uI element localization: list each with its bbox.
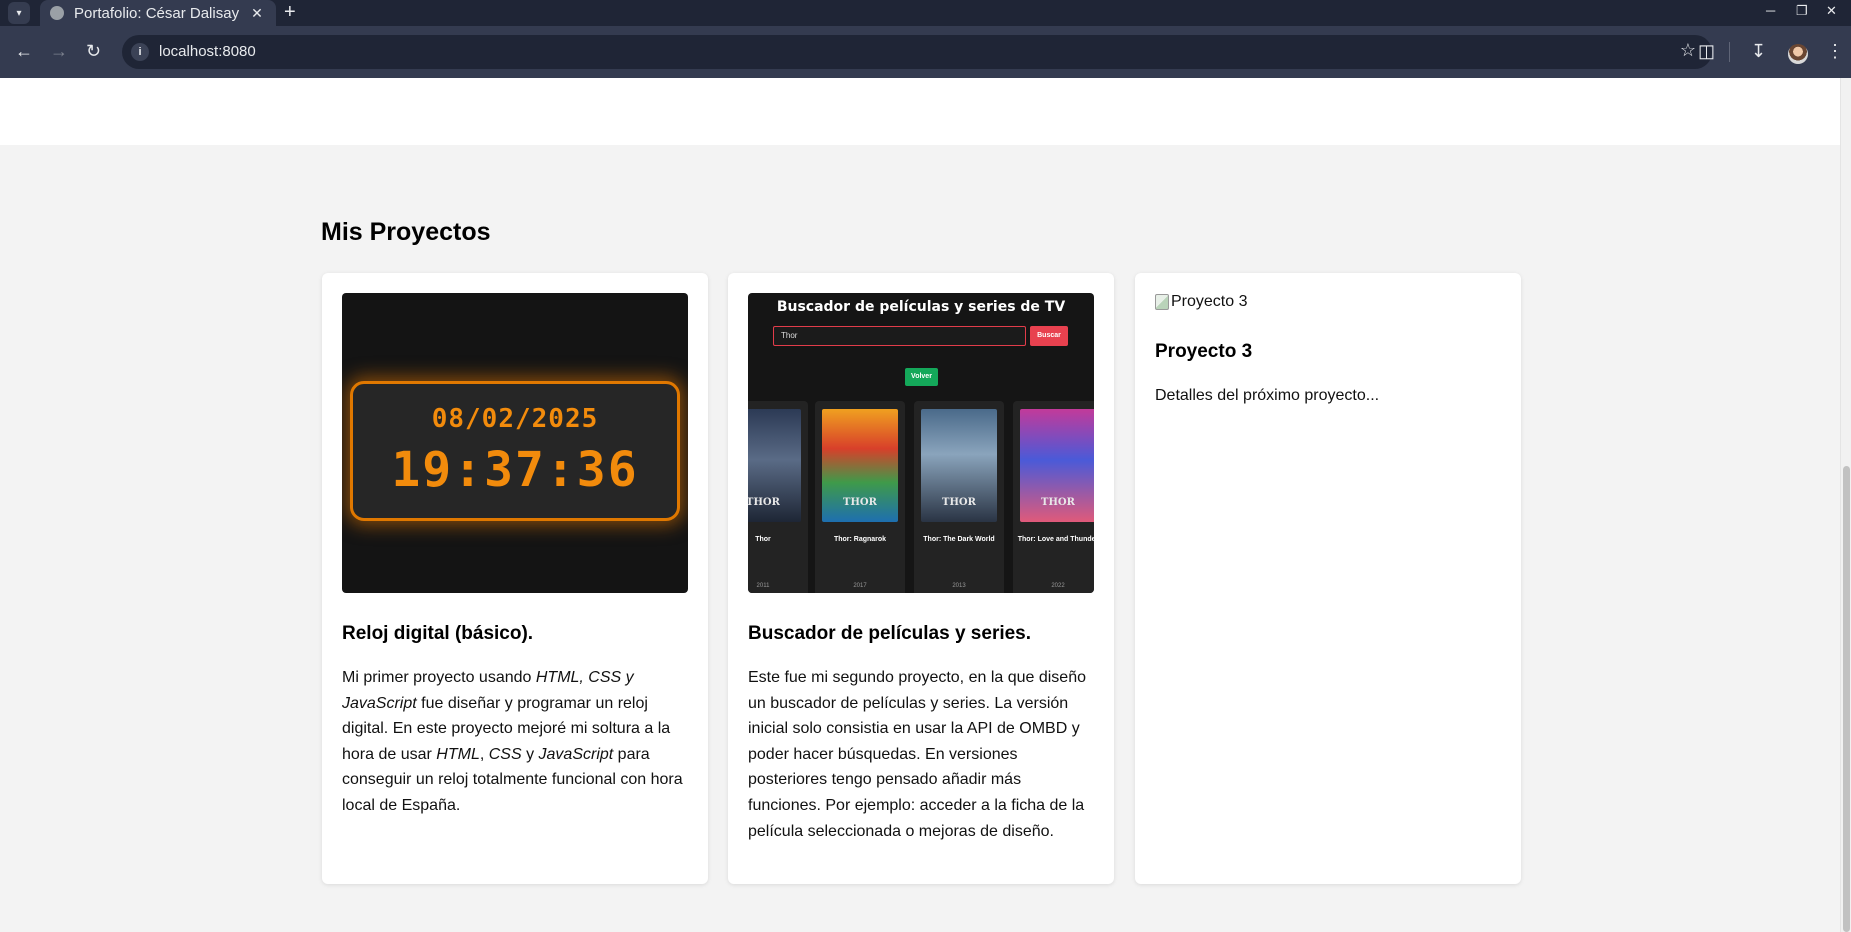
project-description: Mi primer proyecto usando HTML, CSS y Ja… bbox=[342, 669, 683, 814]
chevron-down-icon: ▾ bbox=[16, 7, 22, 19]
movie-year: 2022 bbox=[1051, 583, 1065, 589]
project-description: Este fue mi segundo proyecto, en la que … bbox=[748, 669, 1086, 840]
movie-search-input: Thor bbox=[773, 326, 1026, 346]
movie-app-title: Buscador de películas y series de TV bbox=[776, 299, 1066, 315]
tab-strip: ▾ Portafolio: César Dalisay ✕ + ─ ❐ ✕ bbox=[0, 0, 1851, 26]
movie-poster: THOR bbox=[748, 409, 801, 522]
header-area bbox=[0, 78, 1840, 145]
scrollbar-thumb[interactable] bbox=[1843, 466, 1850, 932]
page-viewport: Mis Proyectos 08/02/2025 19:37:36 Reloj … bbox=[0, 78, 1851, 932]
project-description: Detalles del próximo proyecto... bbox=[1155, 387, 1380, 404]
address-bar[interactable]: i localhost:8080 ☆ bbox=[122, 35, 1712, 69]
project-card-clock: 08/02/2025 19:37:36 Reloj digital (básic… bbox=[322, 273, 708, 884]
tab-close-icon[interactable]: ✕ bbox=[246, 5, 268, 22]
site-info-icon[interactable]: i bbox=[131, 43, 149, 61]
download-icon[interactable]: ↧ bbox=[1751, 40, 1766, 62]
clock-display: 08/02/2025 19:37:36 bbox=[350, 381, 680, 521]
tab-title: Portafolio: César Dalisay bbox=[74, 4, 240, 22]
forward-arrow-icon[interactable]: → bbox=[50, 40, 68, 62]
clock-time: 19:37:36 bbox=[391, 442, 639, 498]
close-window-icon[interactable]: ✕ bbox=[1826, 3, 1837, 19]
url-text[interactable]: localhost:8080 bbox=[159, 43, 256, 60]
movie-search-screenshot: Buscador de películas y series de TV Tho… bbox=[748, 293, 1094, 593]
extensions-icon[interactable]: ◫ bbox=[1698, 40, 1715, 62]
project-card-movie-search: Buscador de películas y series de TV Tho… bbox=[728, 273, 1114, 884]
movie-search-button: Buscar bbox=[1030, 326, 1068, 346]
movie-name: Thor: Love and Thunder bbox=[1017, 536, 1094, 543]
new-tab-button[interactable]: + bbox=[284, 1, 296, 23]
movie-year: 2011 bbox=[756, 583, 770, 589]
movie-card: THOR Thor: The Dark World 2013 bbox=[914, 401, 1004, 593]
movie-card: THOR Thor 2011 bbox=[748, 401, 808, 593]
page-scrollbar[interactable] bbox=[1840, 78, 1851, 932]
profile-avatar[interactable] bbox=[1788, 44, 1808, 64]
restore-icon[interactable]: ❐ bbox=[1796, 3, 1808, 19]
movie-year: 2013 bbox=[952, 583, 966, 589]
toolbar-divider bbox=[1729, 42, 1730, 62]
browser-toolbar: ← → ↻ i localhost:8080 ☆ ◫ ↧ ⋮ bbox=[0, 26, 1851, 78]
reload-icon[interactable]: ↻ bbox=[86, 40, 101, 62]
movie-name: Thor bbox=[755, 536, 771, 543]
movie-name: Thor: Ragnarok bbox=[833, 536, 887, 543]
broken-image-icon bbox=[1155, 294, 1169, 310]
movie-year: 2017 bbox=[853, 583, 867, 589]
project-title: Reloj digital (básico). bbox=[342, 623, 534, 644]
movie-card: THOR Thor: Ragnarok 2017 bbox=[815, 401, 905, 593]
movie-poster: THOR bbox=[1020, 409, 1094, 522]
clock-screenshot: 08/02/2025 19:37:36 bbox=[342, 293, 688, 593]
active-tab[interactable]: Portafolio: César Dalisay ✕ bbox=[40, 0, 276, 26]
bookmark-star-icon[interactable]: ☆ bbox=[1680, 40, 1696, 61]
globe-icon bbox=[50, 6, 64, 20]
movie-poster: THOR bbox=[921, 409, 997, 522]
movie-poster: THOR bbox=[822, 409, 898, 522]
movie-name: Thor: The Dark World bbox=[923, 536, 995, 543]
clock-date: 08/02/2025 bbox=[431, 404, 599, 434]
back-arrow-icon[interactable]: ← bbox=[15, 40, 33, 62]
image-alt-text: Proyecto 3 bbox=[1171, 293, 1248, 310]
broken-image: Proyecto 3 bbox=[1155, 293, 1247, 311]
tab-search-button[interactable]: ▾ bbox=[8, 2, 30, 24]
minimize-icon[interactable]: ─ bbox=[1766, 3, 1775, 18]
menu-kebab-icon[interactable]: ⋮ bbox=[1826, 40, 1844, 62]
section-title: Mis Proyectos bbox=[321, 218, 491, 246]
project-title: Proyecto 3 bbox=[1155, 341, 1253, 362]
project-title: Buscador de películas y series. bbox=[748, 623, 1032, 644]
movie-card: THOR Thor: Love and Thunder 2022 bbox=[1013, 401, 1094, 593]
movie-back-button: Volver bbox=[905, 368, 938, 386]
project-card-3: Proyecto 3 Proyecto 3 Detalles del próxi… bbox=[1135, 273, 1521, 884]
